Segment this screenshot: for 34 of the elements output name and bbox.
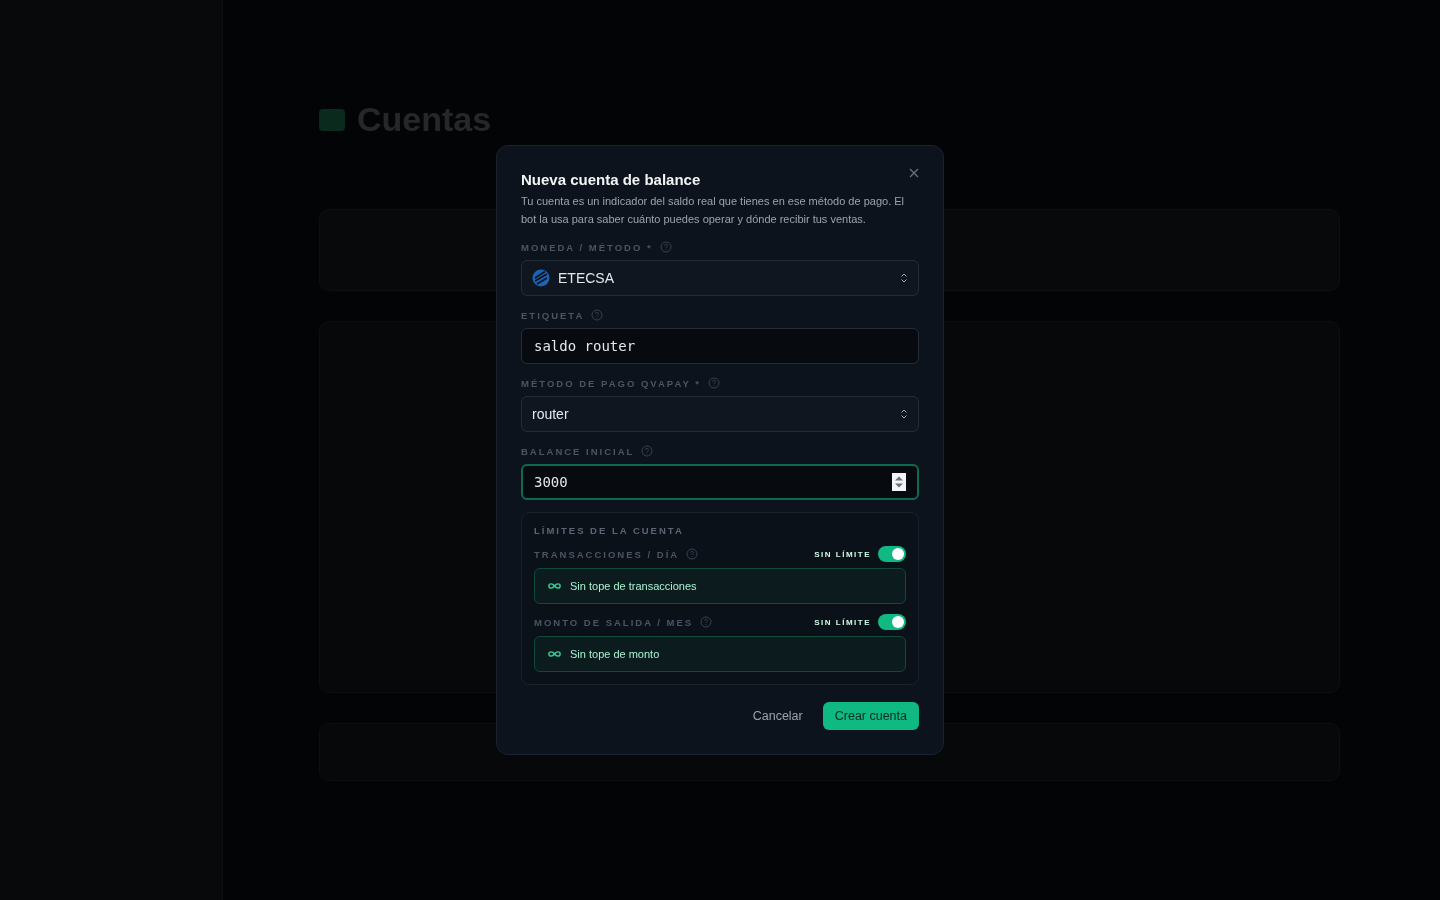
help-icon[interactable] <box>659 241 672 253</box>
select-field[interactable]: router <box>521 396 919 432</box>
chevron-icon <box>900 272 908 284</box>
note-text: Sin tope de monto <box>570 648 660 660</box>
dialog-description: Tu cuenta es un indicador del saldo real que tienes en ese método de pago. El bot la usa para saber cuánto puedes operar y dónde recibir tus ventas. <box>521 194 906 227</box>
input-field[interactable]: saldo router <box>521 328 919 364</box>
cancel-button[interactable]: Cancelar <box>742 703 813 729</box>
field-label: MÉTODO DE PAGO QVAPAY * <box>521 377 701 389</box>
select-field[interactable]: ETECSA <box>521 260 919 296</box>
toggle-switch[interactable] <box>878 614 906 630</box>
field-label: MONTO DE SALIDA / MES <box>534 616 694 628</box>
help-icon[interactable] <box>707 377 720 389</box>
dialog-title: Nueva cuenta de balance <box>521 171 702 188</box>
help-icon[interactable] <box>641 445 654 457</box>
field-label: ETIQUETA <box>521 309 585 321</box>
toggle-label: SIN LÍMITE <box>814 617 871 627</box>
logo-icon <box>532 269 550 287</box>
close-icon[interactable] <box>909 168 919 178</box>
infinity-icon <box>547 582 562 590</box>
infinity-icon <box>547 650 562 658</box>
number-field[interactable]: 3000 <box>521 464 919 500</box>
help-icon[interactable] <box>686 548 699 560</box>
field-label: MONEDA / MÉTODO * <box>521 241 653 253</box>
stepper-icon[interactable] <box>892 473 906 491</box>
section-title: LÍMITES DE LA CUENTA <box>534 525 685 536</box>
note-text: Sin tope de transacciones <box>570 580 697 592</box>
help-icon[interactable] <box>591 309 604 321</box>
toggle-label: SIN LÍMITE <box>814 549 871 559</box>
chevron-icon <box>900 408 908 420</box>
field-label: BALANCE INICIAL <box>521 445 635 457</box>
create-button[interactable]: Crear cuenta <box>822 702 919 730</box>
toggle-switch[interactable] <box>878 546 906 562</box>
field-label: TRANSACCIONES / DÍA <box>534 548 680 560</box>
help-icon[interactable] <box>700 616 713 628</box>
